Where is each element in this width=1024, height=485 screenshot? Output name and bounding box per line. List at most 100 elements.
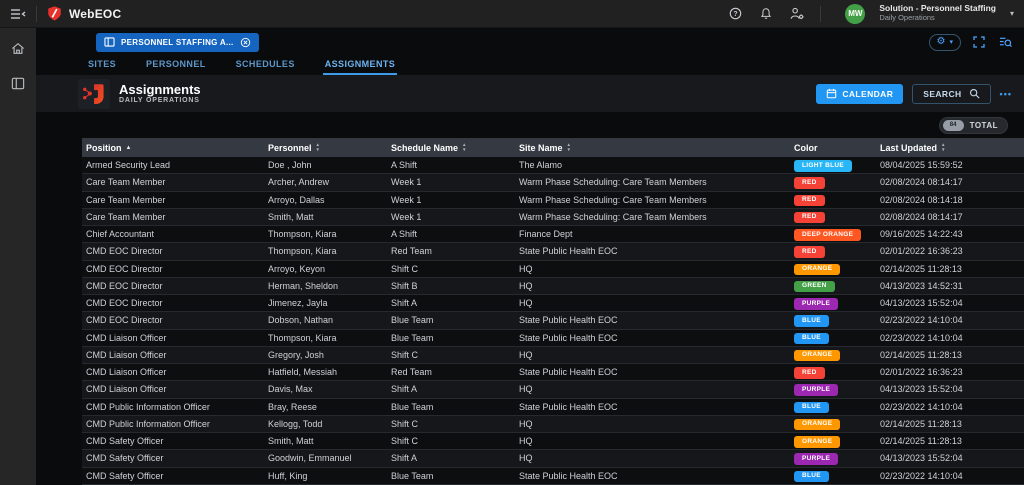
- column-header-schedule-name[interactable]: Schedule Name ▲▼: [387, 143, 515, 153]
- table-row[interactable]: Armed Security LeadDoe , JohnA ShiftThe …: [82, 157, 1024, 174]
- table-row[interactable]: Care Team MemberArcher, AndrewWeek 1Warm…: [82, 174, 1024, 191]
- color-badge: ORANGE: [794, 436, 840, 448]
- cell-personnel: Arroyo, Keyon: [264, 264, 387, 274]
- calendar-button[interactable]: CALENDAR: [816, 84, 903, 104]
- page-more-button[interactable]: •••: [1000, 89, 1012, 99]
- tab-assignments[interactable]: ASSIGNMENTS: [323, 57, 397, 75]
- fullscreen-button[interactable]: [971, 34, 987, 50]
- color-badge: GREEN: [794, 281, 835, 293]
- table-row[interactable]: CMD Safety OfficerSmith, MattShift CHQOR…: [82, 433, 1024, 450]
- cell-schedule-name: Week 1: [387, 177, 515, 187]
- calendar-button-label: CALENDAR: [842, 89, 893, 99]
- cell-last-updated: 09/16/2025 14:22:43: [876, 229, 1020, 239]
- column-header-site-name[interactable]: Site Name▲▼: [515, 143, 790, 153]
- tab-sites[interactable]: SITES: [86, 57, 118, 75]
- total-toggle[interactable]: 84 TOTAL: [939, 117, 1008, 134]
- table-row[interactable]: CMD Liaison OfficerGregory, JoshShift CH…: [82, 347, 1024, 364]
- assignments-table: Position▲Personnel▲▼ Schedule Name ▲▼ Site …: [82, 138, 1024, 485]
- solution-chevron-down-icon[interactable]: ▾: [1010, 9, 1014, 18]
- color-badge: PURPLE: [794, 298, 838, 310]
- help-icon: ?: [729, 7, 742, 20]
- sort-icon: ▲▼: [462, 143, 466, 151]
- column-label: Position: [86, 143, 122, 153]
- cell-actions: •••: [1020, 300, 1024, 307]
- user-settings-button[interactable]: [788, 5, 806, 22]
- cell-position: CMD EOC Director: [82, 281, 264, 291]
- notifications-button[interactable]: [758, 5, 774, 22]
- cell-personnel: Doe , John: [264, 160, 387, 170]
- solution-block[interactable]: Solution - Personnel Staffing Daily Oper…: [879, 4, 996, 22]
- color-badge: BLUE: [794, 471, 829, 483]
- workspace-tabs: SITES PERSONNEL SCHEDULES ASSIGNMENTS: [36, 56, 1024, 75]
- cell-schedule-name: Shift C: [387, 419, 515, 429]
- cell-site-name: HQ: [515, 298, 790, 308]
- column-header-last-updated[interactable]: Last Updated▲▼: [876, 143, 1020, 153]
- table-row[interactable]: CMD EOC DirectorJimenez, JaylaShift AHQP…: [82, 295, 1024, 312]
- table-row[interactable]: CMD Liaison OfficerThompson, KiaraBlue T…: [82, 330, 1024, 347]
- cell-color: ORANGE: [790, 417, 876, 430]
- cell-color: BLUE: [790, 314, 876, 327]
- cell-schedule-name: Week 1: [387, 212, 515, 222]
- table-row[interactable]: CMD Liaison OfficerHatfield, MessiahRed …: [82, 364, 1024, 381]
- cell-actions: •••: [1020, 369, 1024, 376]
- cell-actions: •••: [1020, 420, 1024, 427]
- cell-actions: •••: [1020, 351, 1024, 358]
- home-icon: [11, 42, 25, 55]
- cell-position: CMD Liaison Officer: [82, 350, 264, 360]
- help-button[interactable]: ?: [727, 5, 744, 22]
- table-search-button[interactable]: [997, 34, 1014, 50]
- cell-last-updated: 02/14/2025 11:28:13: [876, 419, 1020, 429]
- view-settings-button[interactable]: ⚙ ▾: [929, 34, 961, 51]
- chip-close-icon[interactable]: [240, 37, 251, 48]
- cell-site-name: HQ: [515, 419, 790, 429]
- hamburger-icon: [11, 8, 26, 20]
- cell-schedule-name: Blue Team: [387, 315, 515, 325]
- cell-position: CMD EOC Director: [82, 246, 264, 256]
- table-row[interactable]: CMD EOC DirectorHerman, SheldonShift BHQ…: [82, 278, 1024, 295]
- column-header-position[interactable]: Position▲: [82, 143, 264, 153]
- app-title: WebEOC: [69, 7, 121, 21]
- cell-last-updated: 02/08/2024 08:14:17: [876, 177, 1020, 187]
- table-row[interactable]: CMD Public Information OfficerBray, Rees…: [82, 399, 1024, 416]
- sidebar-item-boards[interactable]: [9, 75, 27, 92]
- page-subtitle: DAILY OPERATIONS: [119, 97, 201, 105]
- cell-actions: •••: [1020, 196, 1024, 203]
- table-row[interactable]: CMD EOC DirectorThompson, KiaraRed TeamS…: [82, 243, 1024, 260]
- cell-color: ORANGE: [790, 435, 876, 448]
- cell-color: DEEP ORANGE: [790, 228, 876, 241]
- table-row[interactable]: Chief AccountantThompson, KiaraA ShiftFi…: [82, 226, 1024, 243]
- tab-schedules[interactable]: SCHEDULES: [234, 57, 297, 75]
- table-row[interactable]: CMD Safety OfficerGoodwin, EmmanuelShift…: [82, 450, 1024, 467]
- column-label: Schedule Name: [391, 143, 458, 153]
- search-button[interactable]: SEARCH: [912, 84, 990, 104]
- avatar[interactable]: MW: [845, 4, 865, 24]
- column-header-personnel[interactable]: Personnel▲▼: [264, 143, 387, 153]
- cell-schedule-name: Shift B: [387, 281, 515, 291]
- workspace-chip[interactable]: PERSONNEL STAFFING A...: [96, 33, 259, 52]
- page-titles: Assignments DAILY OPERATIONS: [119, 82, 201, 106]
- sidebar-item-home[interactable]: [9, 40, 27, 57]
- table-row[interactable]: CMD EOC DirectorArroyo, KeyonShift CHQOR…: [82, 261, 1024, 278]
- table-row[interactable]: CMD Liaison OfficerDavis, MaxShift AHQPU…: [82, 381, 1024, 398]
- workspace-chip-label: PERSONNEL STAFFING A...: [121, 38, 234, 47]
- gear-chevron-down-icon: ▾: [949, 38, 953, 46]
- cell-site-name: HQ: [515, 281, 790, 291]
- cell-position: CMD EOC Director: [82, 298, 264, 308]
- cell-color: PURPLE: [790, 383, 876, 396]
- table-row[interactable]: Care Team MemberSmith, MattWeek 1Warm Ph…: [82, 209, 1024, 226]
- cell-last-updated: 02/23/2022 14:10:04: [876, 333, 1020, 343]
- cell-personnel: Bray, Reese: [264, 402, 387, 412]
- table-row[interactable]: CMD Public Information OfficerKellogg, T…: [82, 416, 1024, 433]
- table-row[interactable]: CMD EOC DirectorDobson, NathanBlue TeamS…: [82, 312, 1024, 329]
- cell-personnel: Arroyo, Dallas: [264, 195, 387, 205]
- cell-color: RED: [790, 366, 876, 379]
- column-label: Personnel: [268, 143, 312, 153]
- top-bar: WebEOC ?: [0, 0, 1024, 28]
- tab-personnel[interactable]: PERSONNEL: [144, 57, 208, 75]
- collapse-menu-button[interactable]: [9, 6, 28, 22]
- color-badge: BLUE: [794, 315, 829, 327]
- cell-site-name: HQ: [515, 384, 790, 394]
- table-row[interactable]: Care Team MemberArroyo, DallasWeek 1Warm…: [82, 192, 1024, 209]
- cell-personnel: Thompson, Kiara: [264, 229, 387, 239]
- table-row[interactable]: CMD Safety OfficerHuff, KingBlue TeamSta…: [82, 468, 1024, 485]
